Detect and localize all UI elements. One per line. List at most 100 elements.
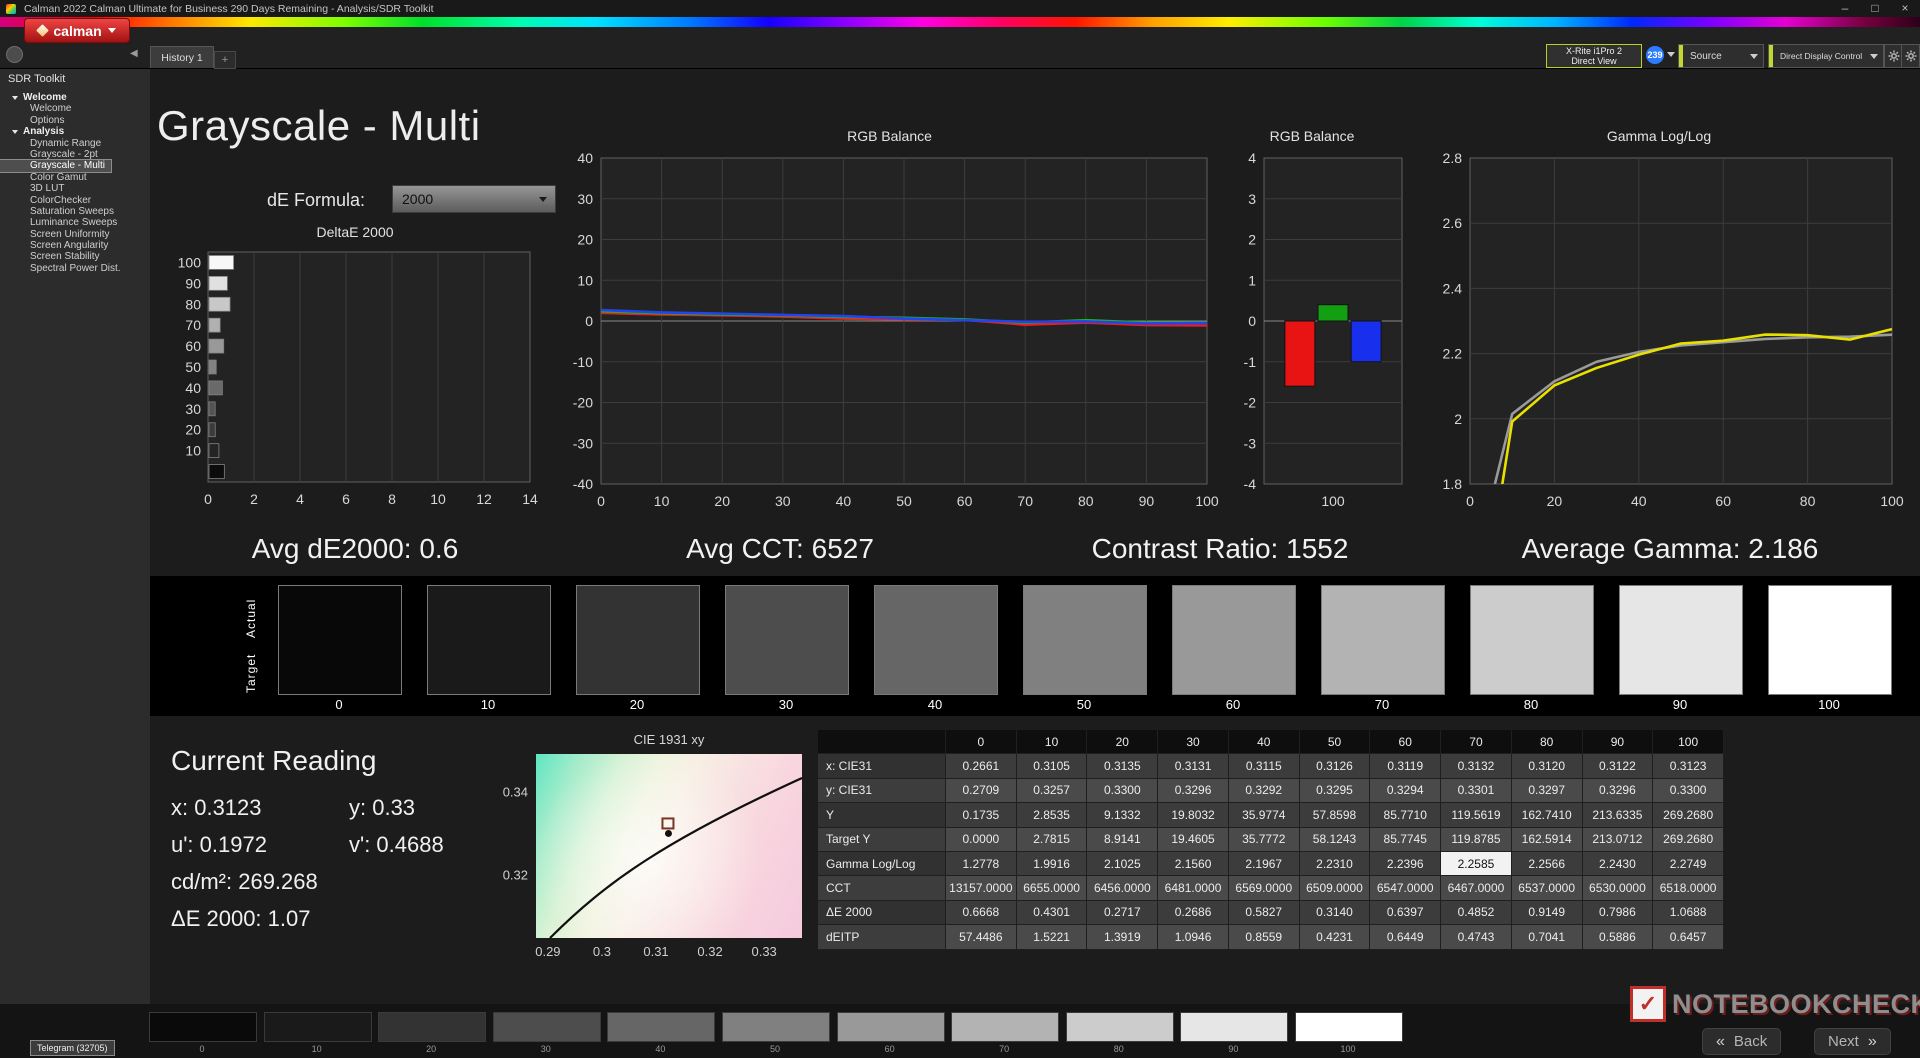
table-row: y: CIE31 0.2709 0.3257 0.3300 0.3296 0.3292 0.… [818,778,1724,804]
source-label: Source [1690,50,1722,62]
rgb-balance-bar-chart: RGB Balance 4 3 2 1 0 -1 -2 -3 -4 100 [1212,128,1412,524]
svg-text:100: 100 [1880,493,1904,509]
tree-collapse-icon[interactable] [12,95,18,100]
table-cell: 85.7710 [1370,803,1442,828]
taskbar-telegram-item[interactable]: Telegram (32705) [30,1040,115,1056]
table-corner-cell [818,730,946,755]
cie-x-tick: 0.3 [592,944,611,959]
meter-count-badge[interactable]: 239 [1646,46,1664,64]
deltae-chart-title: DeltaE 2000 [316,224,394,240]
tab-history-1[interactable]: History 1 [150,46,214,68]
pattern-swatch-50[interactable] [722,1012,830,1042]
sidebar-item-3d-lut[interactable]: 3D LUT [0,183,150,194]
svg-text:40: 40 [185,380,201,396]
swatch-10 [427,585,551,695]
de-formula-select[interactable]: 2000 [392,185,556,213]
pattern-swatch-100[interactable] [1295,1012,1403,1042]
preferences-gear-button[interactable] [1901,44,1920,68]
sidebar-item-spectral-power-dist-[interactable]: Spectral Power Dist. [0,263,150,274]
sidebar-item-screen-stability[interactable]: Screen Stability [0,251,150,262]
sidebar-item-luminance-sweeps[interactable]: Luminance Sweeps [0,217,150,228]
pattern-swatch-40[interactable] [607,1012,716,1042]
sidebar-item-grayscale-multi[interactable]: Grayscale - Multi [0,159,113,173]
display-control-button[interactable]: Direct Display Control [1768,44,1884,68]
table-cell: 1.2778 [946,851,1017,877]
sidebar-item-analysis[interactable]: Analysis [0,126,150,137]
source-button[interactable]: Source [1678,44,1764,68]
pattern-swatch-0[interactable] [149,1012,257,1042]
main-content: Grayscale - Multi dE Formula: 2000 Delta… [150,68,1920,1004]
table-cell: 213.0712 [1582,827,1654,852]
table-cell: 0.6449 [1370,925,1442,950]
table-cell: 1.3919 [1087,925,1159,950]
sidebar-item-colorchecker[interactable]: ColorChecker [0,195,150,206]
swatch-label-50: 50 [1076,697,1092,712]
pattern-swatch-70[interactable] [951,1012,1060,1042]
table-cell: 6518.0000 [1653,876,1724,901]
table-row: Gamma Log/Log 1.2778 1.9916 2.1025 2.1560 2.1… [818,851,1724,877]
pattern-swatch-label-80: 80 [1113,1044,1124,1054]
table-cell: 0.3294 [1370,778,1442,804]
cie-x-tick: 0.29 [535,944,561,959]
table-column-header: 60 [1370,730,1442,755]
svg-text:10: 10 [185,443,201,459]
sidebar-item-screen-uniformity[interactable]: Screen Uniformity [0,229,150,240]
pattern-swatch-90[interactable] [1180,1012,1289,1042]
pattern-swatch-20[interactable] [378,1012,487,1042]
sidebar-item-screen-angularity[interactable]: Screen Angularity [0,240,150,251]
svg-text:-20: -20 [573,395,593,411]
cie-x-axis-labels: 0.29 0.3 0.31 0.32 0.33 [535,944,802,960]
next-button[interactable]: Next » [1814,1028,1891,1055]
svg-text:60: 60 [1715,493,1731,509]
stat-avg-de2000: Avg dE2000: 0.6 [251,533,459,564]
sidebar-toggle-button[interactable] [6,46,23,63]
svg-text:60: 60 [185,338,201,354]
table-cell: 57.4486 [946,925,1017,950]
table-cell: 162.5914 [1511,827,1583,852]
notebookcheck-logo-text: NOTEBOOKCHECK [1672,988,1920,1019]
meter-device-line2: Direct View [1571,56,1617,66]
sidebar-item-welcome[interactable]: Welcome [0,103,150,114]
sidebar-item-saturation-sweeps[interactable]: Saturation Sweeps [0,206,150,217]
sidebar-item-welcome[interactable]: Welcome [0,92,150,103]
chevron-down-icon[interactable] [1667,52,1675,57]
stat-average-gamma: Average Gamma: 2.186 [1521,533,1819,564]
sidebar-item-label: Spectral Power Dist. [30,262,121,274]
tree-collapse-icon[interactable] [12,129,18,134]
sidebar-item-grayscale-2pt[interactable]: Grayscale - 2pt [0,149,150,160]
table-cell: 85.7745 [1370,827,1442,852]
calman-logo-button[interactable]: calman [24,18,130,43]
minimize-button[interactable]: – [1830,0,1860,17]
meter-device-line1: X-Rite i1Pro 2 [1565,46,1623,56]
cie-1931-chart [536,754,802,938]
tab-history-label: History 1 [161,51,203,64]
source-accent-bar [1679,45,1683,67]
back-button[interactable]: « Back [1702,1028,1782,1055]
sidebar-item-label: Grayscale - 2pt [30,148,98,160]
pattern-swatch-10[interactable] [263,1012,372,1042]
table-cell: 6481.0000 [1158,876,1229,901]
table-cell: 119.8785 [1441,827,1512,852]
sidebar-item-options[interactable]: Options [0,115,150,126]
pattern-swatch-60[interactable] [836,1012,945,1042]
table-column-header: 80 [1511,730,1583,755]
pattern-swatch-30[interactable] [492,1012,601,1042]
sidebar-collapse-icon[interactable]: ◀ [130,48,138,59]
table-row-label: dEITP [818,925,946,950]
svg-text:-2: -2 [1244,395,1257,411]
svg-text:40: 40 [1631,493,1647,509]
meter-device-button[interactable]: X-Rite i1Pro 2 Direct View [1546,44,1642,68]
svg-text:20: 20 [185,422,201,438]
svg-text:60: 60 [957,493,973,509]
svg-text:30: 30 [577,191,593,207]
pattern-swatch-80[interactable] [1065,1012,1174,1042]
table-cell: 0.3257 [1016,778,1088,804]
maximize-button[interactable]: □ [1860,0,1890,17]
cie-y-tick: 0.34 [502,784,528,800]
svg-text:6: 6 [342,491,350,507]
sidebar-item-color-gamut[interactable]: Color Gamut [0,172,150,183]
pattern-swatch-label-100: 100 [1340,1044,1356,1054]
close-button[interactable]: × [1890,0,1920,17]
add-tab-button[interactable]: + [214,51,236,69]
sidebar-item-dynamic-range[interactable]: Dynamic Range [0,138,150,149]
